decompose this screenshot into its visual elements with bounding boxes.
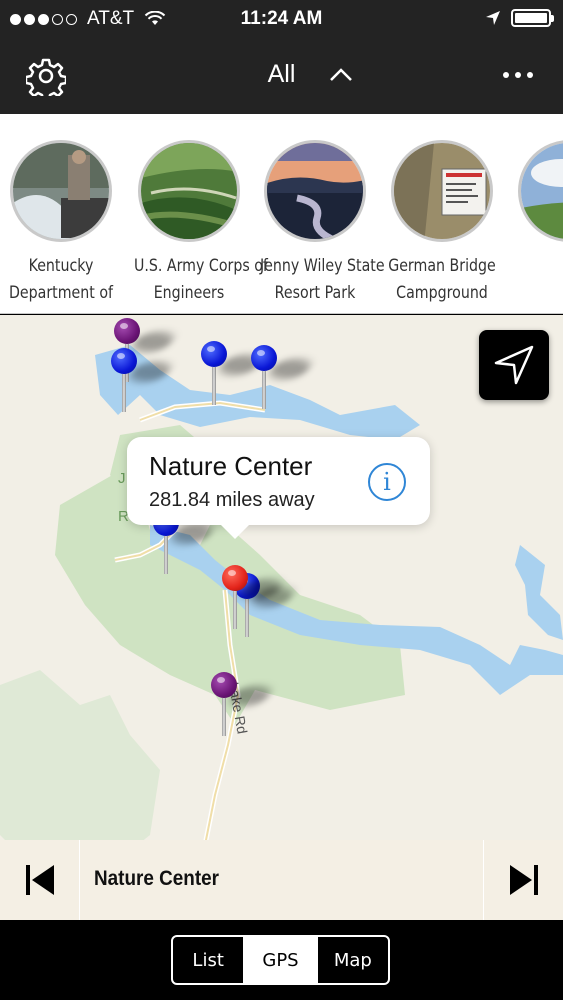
next-button[interactable] (483, 840, 563, 920)
status-time: 11:24 AM (240, 8, 323, 29)
view-mode-segmented-control[interactable]: List GPS Map (171, 935, 390, 985)
map-view[interactable]: J R Lake Rd Nature Center 281.84 miles a… (0, 315, 563, 923)
category-label: Kentucky Department of (8, 256, 114, 302)
segment-gps[interactable]: GPS (243, 937, 316, 983)
category-label: German Bridge Campground (388, 256, 496, 302)
filter-title-label: All (267, 60, 296, 88)
map-base (0, 345, 563, 923)
info-icon[interactable]: i (368, 463, 406, 501)
skip-previous-icon (25, 865, 54, 895)
segment-list[interactable]: List (173, 937, 243, 983)
nav-bar: All (0, 38, 563, 114)
map-label: J (118, 470, 126, 487)
category-label: Jenny Wiley State Resort Park (259, 256, 385, 302)
category-label: In (514, 252, 563, 279)
status-bar: AT&T 11:24 AM (0, 0, 563, 38)
category-label: U.S. Army Corps of Engineers (133, 256, 268, 302)
filter-title[interactable]: All (0, 60, 563, 89)
more-icon[interactable] (503, 72, 533, 78)
category-item[interactable]: U.S. Army Corps of Engineers (125, 140, 268, 306)
skip-next-icon (509, 865, 538, 895)
map-pin[interactable] (251, 345, 315, 409)
category-item[interactable]: Jenny Wiley State Resort Park (251, 140, 385, 306)
category-item[interactable]: German Bridge Campground (378, 140, 506, 306)
map-callout[interactable]: Nature Center 281.84 miles away i (127, 437, 430, 539)
chevron-up-icon (330, 67, 353, 81)
category-strip[interactable]: Kentucky Department of U.S. Army Corps of… (0, 114, 563, 314)
location-arrow-icon (486, 11, 500, 25)
selected-item-bar: Nature Center (0, 840, 563, 920)
map-pin-selected[interactable] (222, 565, 286, 629)
category-thumbnail (10, 140, 112, 242)
map-pin[interactable] (111, 348, 175, 412)
locate-me-button[interactable] (479, 330, 549, 400)
previous-button[interactable] (0, 840, 80, 920)
category-thumbnail (518, 140, 563, 242)
segment-map[interactable]: Map (315, 937, 388, 983)
category-thumbnail (391, 140, 493, 242)
selected-item-title: Nature Center (94, 867, 219, 890)
navigation-arrow-icon (494, 345, 534, 385)
map-pin[interactable] (201, 341, 265, 405)
map-pin[interactable] (211, 672, 275, 736)
callout-title: Nature Center (149, 451, 313, 481)
callout-distance: 281.84 miles away (149, 489, 315, 511)
battery-icon (511, 9, 554, 27)
category-item[interactable]: In (505, 140, 563, 279)
bottom-bar: List GPS Map (0, 920, 563, 1000)
category-thumbnail (138, 140, 240, 242)
category-thumbnail (264, 140, 366, 242)
category-item[interactable]: Kentucky Department of (0, 140, 125, 306)
